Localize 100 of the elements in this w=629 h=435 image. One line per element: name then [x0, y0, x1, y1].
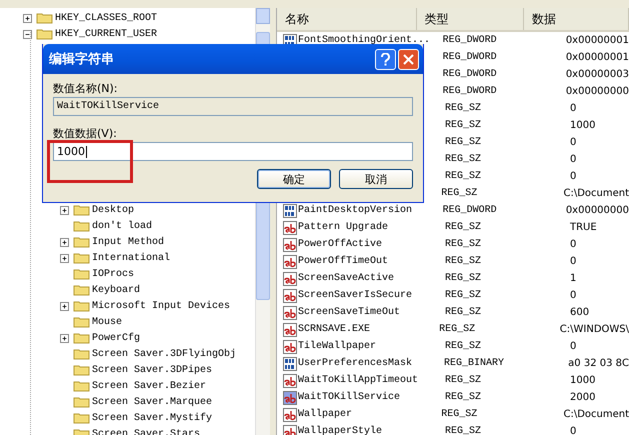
- value-name[interactable]: FontSmoothingOrient...: [298, 35, 430, 46]
- value-data: C:\Document: [563, 409, 629, 420]
- value-type: REG_SZ: [445, 375, 482, 386]
- column-header[interactable]: 数据: [524, 8, 629, 30]
- value-data: 1000: [570, 120, 596, 131]
- value-type: REG_DWORD: [442, 205, 497, 216]
- value-type: REG_SZ: [445, 426, 482, 435]
- value-type: REG_DWORD: [442, 69, 497, 80]
- folder-icon: [73, 364, 90, 376]
- folder-icon: [73, 300, 90, 312]
- value-data-label: 数值数据(V):: [53, 126, 118, 142]
- value-type: REG_SZ: [441, 409, 478, 420]
- value-data: 0: [570, 154, 576, 165]
- column-header[interactable]: 类型: [416, 8, 524, 30]
- value-type: REG_SZ: [445, 239, 482, 250]
- tree-item[interactable]: HKEY_CLASSES_ROOT: [55, 12, 158, 24]
- value-name[interactable]: ScreenSaverIsSecure: [298, 290, 412, 301]
- value-type: REG_SZ: [441, 188, 478, 199]
- tree-item[interactable]: PowerCfg: [92, 332, 140, 344]
- close-icon: [403, 54, 414, 64]
- value-name[interactable]: ScreenSaveTimeOut: [298, 307, 400, 318]
- value-name[interactable]: Pattern Upgrade: [298, 222, 388, 233]
- expand-icon[interactable]: [23, 14, 32, 22]
- expand-icon[interactable]: [60, 238, 69, 246]
- folder-icon: [73, 236, 90, 248]
- value-type: REG_SZ: [445, 222, 482, 233]
- folder-icon: [73, 412, 90, 424]
- collapse-icon[interactable]: [23, 30, 32, 38]
- tree-item[interactable]: International: [92, 252, 170, 264]
- value-data: 0: [570, 290, 576, 301]
- tree-item[interactable]: Input Method: [92, 236, 164, 248]
- value-type: REG_BINARY: [444, 358, 504, 369]
- folder-icon: [73, 396, 90, 408]
- value-name[interactable]: Wallpaper: [298, 409, 352, 420]
- value-name[interactable]: PowerOffTimeOut: [298, 256, 388, 267]
- column-header[interactable]: 名称: [277, 8, 417, 30]
- value-type: REG_SZ: [439, 324, 476, 335]
- value-name[interactable]: WallpaperStyle: [298, 426, 382, 435]
- help-button[interactable]: [375, 48, 396, 70]
- value-name[interactable]: WaitToKillAppTimeout: [298, 375, 418, 386]
- expand-icon[interactable]: [60, 302, 69, 310]
- folder-icon: [36, 12, 53, 24]
- value-name-label: 数值名称(N):: [53, 81, 119, 97]
- tree-item[interactable]: IOProcs: [92, 268, 134, 280]
- value-data: C:\WINDOWS\: [560, 324, 629, 335]
- help-icon: [380, 52, 391, 66]
- value-data: 0: [570, 171, 576, 182]
- value-type: REG_DWORD: [442, 35, 497, 46]
- tree-item[interactable]: Mouse: [92, 316, 122, 328]
- tree-item[interactable]: Microsoft Input Devices: [92, 300, 230, 312]
- value-type: REG_SZ: [445, 273, 482, 284]
- folder-icon: [73, 332, 90, 344]
- value-name[interactable]: ScreenSaveActive: [298, 273, 394, 284]
- value-name[interactable]: TileWallpaper: [298, 341, 376, 352]
- value-name-field[interactable]: WaitTOKillService: [53, 97, 413, 116]
- value-data: 0: [570, 341, 576, 352]
- value-data: a0 32 03 8C: [568, 358, 629, 369]
- value-data-field[interactable]: 1000: [53, 142, 413, 161]
- tree-item[interactable]: Desktop: [92, 204, 134, 216]
- close-button[interactable]: [398, 48, 419, 70]
- tree-item[interactable]: Screen Saver.3DFlyingObj: [92, 348, 236, 360]
- tree-item[interactable]: Keyboard: [92, 284, 140, 296]
- value-data: 0x00000003: [566, 69, 629, 80]
- tree-item[interactable]: Screen Saver.3DPipes: [92, 364, 212, 376]
- expand-icon[interactable]: [60, 206, 69, 214]
- value-type: REG_SZ: [445, 120, 482, 131]
- value-type: REG_DWORD: [442, 86, 497, 97]
- value-data: C:\Document: [563, 188, 629, 199]
- value-type: REG_SZ: [445, 290, 482, 301]
- value-data: 0: [570, 137, 576, 148]
- value-name[interactable]: UserPreferencesMask: [298, 358, 412, 369]
- value-name[interactable]: PowerOffActive: [298, 239, 382, 250]
- tree-item[interactable]: Screen Saver.Bezier: [92, 380, 206, 392]
- value-data: 2000: [570, 392, 596, 403]
- value-type: REG_SZ: [445, 171, 482, 182]
- value-data: 0x00000001: [566, 52, 629, 63]
- folder-icon: [73, 380, 90, 392]
- cancel-button[interactable]: 取消: [339, 169, 413, 189]
- folder-icon: [73, 284, 90, 296]
- folder-icon: [73, 268, 90, 280]
- value-name[interactable]: WaitTOKillService: [298, 392, 400, 403]
- value-name[interactable]: PaintDesktopVersion: [298, 205, 412, 216]
- value-data: 0x00000001: [566, 35, 629, 46]
- value-data: 0: [570, 103, 576, 114]
- folder-icon: [73, 220, 90, 232]
- dialog-title: 编辑字符串: [49, 50, 115, 68]
- folder-icon: [73, 316, 90, 328]
- value-type: REG_SZ: [445, 307, 482, 318]
- expand-icon[interactable]: [60, 334, 69, 342]
- expand-icon[interactable]: [60, 254, 69, 262]
- tree-item[interactable]: HKEY_CURRENT_USER: [55, 28, 158, 40]
- tree-item[interactable]: don't load: [92, 220, 152, 232]
- tree-item[interactable]: Screen Saver.Mystify: [92, 412, 212, 424]
- tree-item[interactable]: Screen Saver.Marquee: [92, 396, 212, 408]
- value-data: 0x00000000: [566, 205, 629, 216]
- value-type: REG_SZ: [445, 154, 482, 165]
- folder-icon: [36, 28, 53, 40]
- value-name[interactable]: SCRNSAVE.EXE: [298, 324, 370, 335]
- value-data: 0x00000000: [566, 86, 629, 97]
- ok-button[interactable]: 确定: [257, 169, 331, 189]
